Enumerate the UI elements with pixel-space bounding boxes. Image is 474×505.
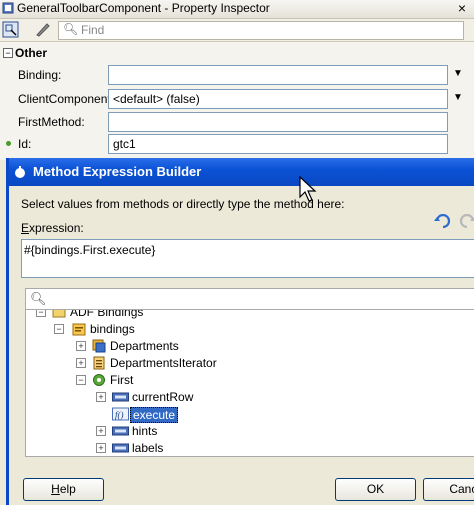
tree-node-label: DepartmentsIterator (110, 356, 217, 370)
dialog-title: Method Expression Builder (33, 164, 202, 179)
tree-node-label: labels (132, 441, 164, 455)
select-value: <default> (false) (113, 92, 200, 106)
property-label: Id: (18, 137, 32, 151)
close-icon[interactable]: × (453, 0, 471, 17)
collapse-toggle[interactable]: − (76, 375, 86, 385)
svg-text:f(): f() (115, 410, 124, 420)
mouse-pointer-icon (299, 176, 317, 202)
tree-node-labels[interactable]: + labels (26, 440, 466, 456)
property-inspector-titlebar: GeneralToolbarComponent - Property Inspe… (0, 0, 474, 19)
app-icon (15, 166, 25, 178)
property-label: FirstMethod: (18, 115, 85, 129)
expand-toggle[interactable]: + (96, 392, 106, 402)
collapse-toggle[interactable]: − (54, 324, 64, 334)
ok-button[interactable]: OK (335, 478, 416, 501)
method-expression-builder-dialog: Method Expression Builder Select values … (6, 158, 474, 505)
expression-label: Expression: (21, 221, 84, 235)
tree-node-label: hints (132, 424, 158, 438)
pencil-icon[interactable] (34, 21, 52, 38)
tree-node-departmentsiterator[interactable]: + DepartmentsIterator (26, 355, 466, 371)
tree-node-label: currentRow (132, 390, 194, 404)
expand-toggle[interactable]: + (76, 358, 86, 368)
tree-node-label-selected: execute (130, 407, 179, 423)
xyz-icon (112, 426, 129, 436)
section-other[interactable]: − Other (0, 44, 474, 62)
gear-icon (93, 374, 105, 386)
tree-node-execute[interactable]: f() execute (26, 406, 466, 423)
xyz-icon (112, 392, 129, 402)
tree-node-first[interactable]: − First (26, 372, 466, 388)
tree-node-label: bindings (90, 322, 135, 336)
find-placeholder: Find (81, 23, 105, 37)
expand-toggle[interactable]: + (76, 341, 86, 351)
undo-icon[interactable] (434, 214, 452, 230)
tree-node-hints[interactable]: + hints (26, 423, 466, 439)
expand-toggle[interactable]: + (96, 443, 106, 453)
tree-node-adf-bindings[interactable]: − ADF Bindings (26, 309, 466, 320)
expand-toggle[interactable]: + (96, 426, 106, 436)
id-value: gtc1 (113, 137, 136, 151)
component-icon (2, 2, 14, 14)
chevron-down-icon[interactable]: ▼ (451, 67, 465, 81)
find-search-field[interactable]: 🔍︎ Find (58, 21, 464, 40)
bindings-icon (72, 323, 86, 336)
id-field[interactable]: gtc1 (108, 134, 448, 154)
instruction-text: Select values from methods or directly t… (21, 197, 345, 211)
search-icon: 🔍︎ (30, 291, 47, 306)
property-row-id: Id: gtc1 (0, 133, 474, 155)
function-icon: f() (112, 407, 129, 421)
help-button[interactable]: Help (23, 478, 104, 501)
tree-node-currentrow[interactable]: + currentRow (26, 389, 466, 405)
tree-node-departments[interactable]: + Departments (26, 338, 466, 354)
property-row-clientcomponent: ClientComponent: <default> (false) ▼ (0, 88, 474, 110)
list-icon (93, 356, 105, 370)
tree-node-label: First (110, 373, 134, 387)
property-row-firstmethod: FirstMethod: (0, 111, 474, 133)
tree-node-label: Departments (110, 339, 179, 353)
property-label: Binding: (18, 68, 62, 82)
collapse-toggle[interactable]: − (36, 310, 46, 317)
search-icon: 🔍︎ (63, 22, 79, 36)
property-inspector-panel: GeneralToolbarComponent - Property Inspe… (0, 0, 474, 160)
expression-textarea[interactable]: #{bindings.First.execute} (21, 239, 474, 278)
required-indicator-icon (6, 141, 11, 146)
redo-icon[interactable] (458, 214, 474, 230)
folder-icon (52, 310, 66, 318)
select-tool-icon[interactable] (2, 21, 20, 38)
property-inspector-toolbar: 🔍︎ Find (0, 19, 474, 42)
tree-node-bindings[interactable]: − bindings (26, 321, 466, 337)
dialog-titlebar: Method Expression Builder (9, 158, 474, 186)
iterator-icon (92, 339, 106, 353)
cancel-button[interactable]: Cance (423, 478, 474, 501)
expression-value: #{bindings.First.execute} (24, 243, 156, 257)
collapse-toggle[interactable]: − (3, 48, 13, 58)
clientcomponent-select[interactable]: <default> (false) (108, 89, 448, 109)
panel-title: GeneralToolbarComponent - Property Inspe… (17, 1, 270, 15)
tree-node-label: ADF Bindings (70, 309, 144, 319)
xyz-icon (112, 443, 129, 453)
binding-field[interactable] (108, 65, 448, 85)
property-row-binding: Binding: ▼ (0, 64, 474, 86)
bindings-tree: − ADF Bindings − bindings + Departments … (25, 309, 474, 457)
tree-search-field[interactable]: 🔍︎ (25, 288, 474, 310)
property-label: ClientComponent: (18, 92, 115, 106)
section-title: Other (15, 46, 48, 60)
chevron-down-icon[interactable]: ▼ (451, 91, 465, 105)
firstmethod-field[interactable] (108, 112, 448, 132)
